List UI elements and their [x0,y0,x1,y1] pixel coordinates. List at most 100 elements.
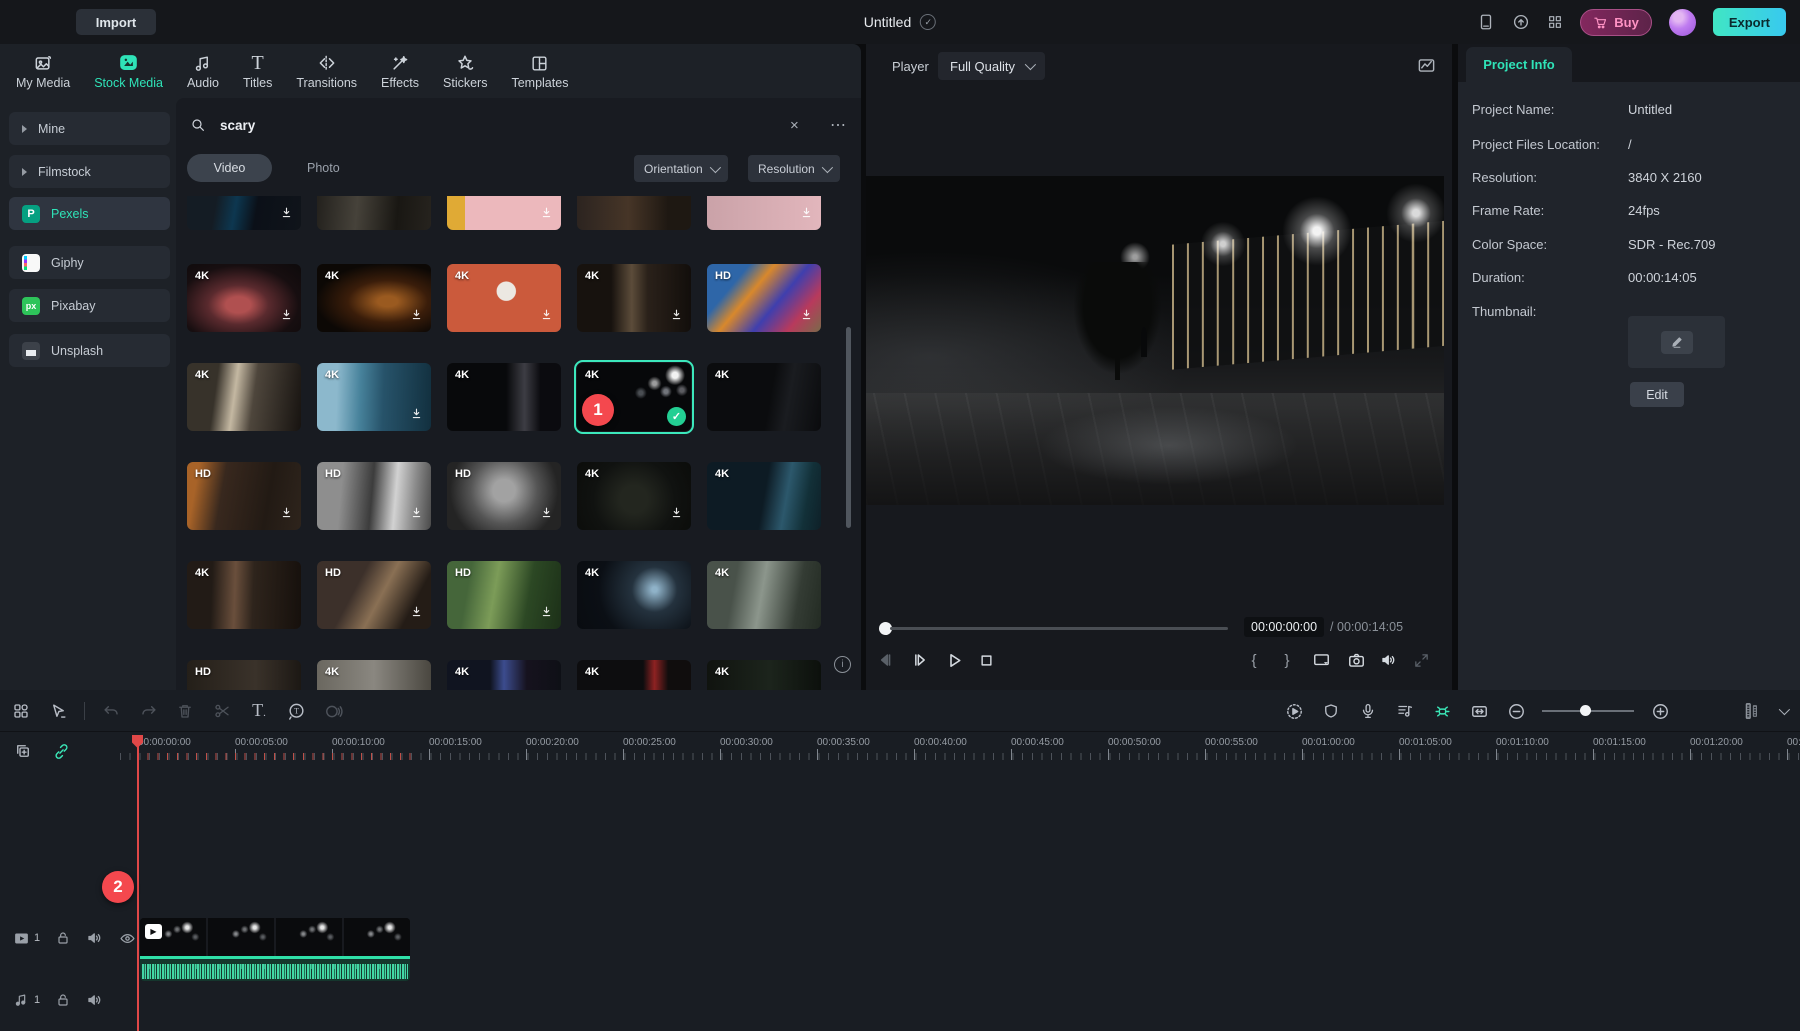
stock-video-thumbnail[interactable]: 4K [707,660,821,690]
fullscreen-button[interactable] [1408,647,1434,673]
device-icon[interactable] [1477,13,1495,31]
download-icon[interactable] [409,604,424,624]
cloud-upload-icon[interactable] [1512,13,1530,31]
download-icon[interactable] [669,505,684,525]
download-icon[interactable] [539,604,554,624]
mark-in-button[interactable]: { [1241,647,1267,673]
apps-grid-icon[interactable] [1547,14,1563,30]
download-icon[interactable] [669,307,684,327]
stock-video-thumbnail[interactable]: 4K [447,363,561,431]
stock-video-thumbnail[interactable]: 4K [577,264,691,332]
stock-video-thumbnail[interactable]: 4K [707,363,821,431]
undo-icon[interactable] [100,700,122,722]
tab-audio[interactable]: Audio [175,52,231,90]
stock-video-thumbnail[interactable]: 4K [447,264,561,332]
sidebar-item-mine[interactable]: Mine [9,112,170,145]
stock-video-thumbnail[interactable]: 4K [317,660,431,690]
stock-video-thumbnail[interactable]: HD [187,462,301,530]
download-icon[interactable] [409,406,424,426]
mute-track-icon[interactable] [86,991,104,1009]
stock-video-thumbnail[interactable] [707,196,821,230]
thumbnail-box[interactable] [1628,316,1725,368]
stock-video-thumbnail[interactable] [447,196,561,230]
stock-video-thumbnail[interactable]: 4K [187,363,301,431]
stock-video-thumbnail[interactable]: HD [447,561,561,629]
thumbnail-edit-button[interactable] [1661,331,1693,354]
hide-track-icon[interactable] [118,929,136,947]
search-input[interactable]: scary [220,118,255,133]
stock-video-thumbnail[interactable] [317,196,431,230]
download-icon[interactable] [799,307,814,327]
search-more-icon[interactable]: ⋯ [830,115,847,135]
voiceover-mic-icon[interactable] [1357,700,1379,722]
stock-video-thumbnail[interactable]: 4K [317,264,431,332]
audio-stock-icon[interactable] [1394,700,1416,722]
lock-icon[interactable] [54,991,72,1009]
zoom-to-fit-icon[interactable] [1468,700,1490,722]
stock-video-thumbnail[interactable]: HD [317,462,431,530]
media-blocks-icon[interactable] [10,700,32,722]
stock-video-thumbnail[interactable]: 4K✓1 [577,363,691,431]
edit-button[interactable]: Edit [1630,382,1684,407]
download-icon[interactable] [279,505,294,525]
stock-video-thumbnail[interactable]: 4K [577,561,691,629]
mute-track-icon[interactable] [86,929,104,947]
next-frame-button[interactable] [907,647,933,673]
download-icon[interactable] [409,505,424,525]
video-preview[interactable] [866,176,1444,505]
tab-stickers[interactable]: Stickers [431,52,499,90]
grid-scrollbar[interactable] [846,327,851,528]
track-manager-icon[interactable] [1741,700,1763,722]
text-tool-icon[interactable]: T. [248,700,270,722]
tab-project-info[interactable]: Project Info [1466,47,1572,82]
play-button[interactable] [941,647,967,673]
zoom-in-icon[interactable] [1649,700,1671,722]
auto-ripple-icon[interactable] [1431,700,1453,722]
download-icon[interactable] [539,307,554,327]
download-icon[interactable] [539,505,554,525]
redo-icon[interactable] [137,700,159,722]
previous-frame-button[interactable] [872,647,898,673]
stock-video-thumbnail[interactable]: 4K [187,561,301,629]
sidebar-item-pexels[interactable]: PPexels [9,197,170,230]
export-button[interactable]: Export [1713,8,1786,36]
zoom-slider-handle[interactable] [1580,705,1591,716]
sidebar-item-filmstock[interactable]: Filmstock [9,155,170,188]
snapshot-button[interactable] [1343,647,1369,673]
tab-titles[interactable]: TTitles [231,52,284,90]
delete-icon[interactable] [174,700,196,722]
speech-to-text-icon[interactable]: T [285,700,307,722]
tab-my-media[interactable]: My Media [4,52,82,90]
sidebar-item-pixabay[interactable]: pxPixabay [9,289,170,322]
mute-button[interactable] [1376,647,1402,673]
track-manager-caret-icon[interactable] [1778,700,1788,722]
mark-out-button[interactable]: } [1274,647,1300,673]
tab-templates[interactable]: Templates [499,52,580,90]
preview-display-button[interactable] [1308,647,1334,673]
select-tool-icon[interactable] [47,700,69,722]
quality-dropdown[interactable]: Full Quality [938,52,1045,80]
download-icon[interactable] [409,307,424,327]
import-button[interactable]: Import [76,9,156,35]
link-clips-icon[interactable] [50,740,72,762]
download-icon[interactable] [539,205,554,225]
lock-icon[interactable] [54,929,72,947]
sidebar-item-unsplash[interactable]: Unsplash [9,334,170,367]
scrubber-track[interactable] [890,627,1228,630]
download-icon[interactable] [799,205,814,225]
tab-transitions[interactable]: Transitions [284,52,369,90]
stock-video-thumbnail[interactable]: HD [317,561,431,629]
sidebar-item-giphy[interactable]: Giphy [9,246,170,279]
tab-photo[interactable]: Photo [307,161,340,175]
stock-video-thumbnail[interactable]: HD [447,462,561,530]
info-icon[interactable]: i [834,656,851,673]
stock-video-thumbnail[interactable]: 4K [707,561,821,629]
stock-video-thumbnail[interactable]: 4K [577,660,691,690]
stock-video-thumbnail[interactable]: 4K [707,462,821,530]
stock-video-thumbnail[interactable]: 4K [317,363,431,431]
stock-video-thumbnail[interactable] [187,196,301,230]
timeline-video-clip[interactable]: ▶ [140,918,410,981]
buy-button[interactable]: Buy [1580,9,1652,36]
tab-effects[interactable]: Effects [369,52,431,90]
download-icon[interactable] [279,205,294,225]
